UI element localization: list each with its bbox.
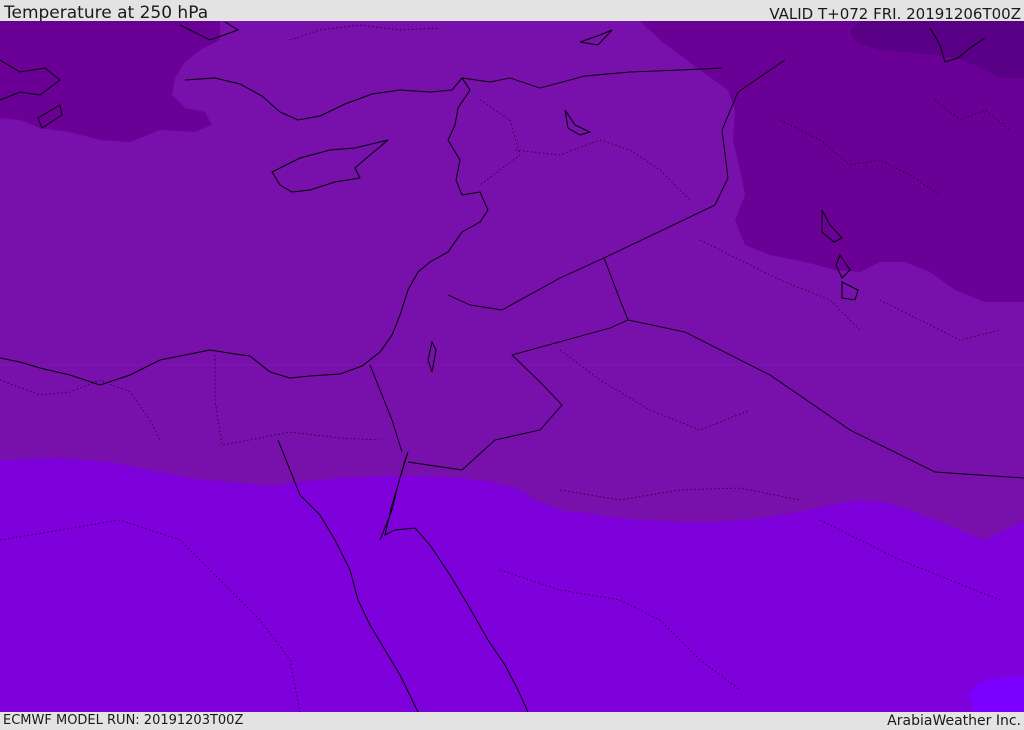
credit: ArabiaWeather Inc. [887,713,1021,729]
map-title: Temperature at 250 hPa [4,3,209,23]
model-run: ECMWF MODEL RUN: 20191203T00Z [3,713,244,728]
temperature-map [0,21,1024,712]
header-bar: Temperature at 250 hPa VALID T+072 FRI. … [0,0,1024,23]
footer-bar: ECMWF MODEL RUN: 20191203T00Z ArabiaWeat… [0,712,1024,729]
